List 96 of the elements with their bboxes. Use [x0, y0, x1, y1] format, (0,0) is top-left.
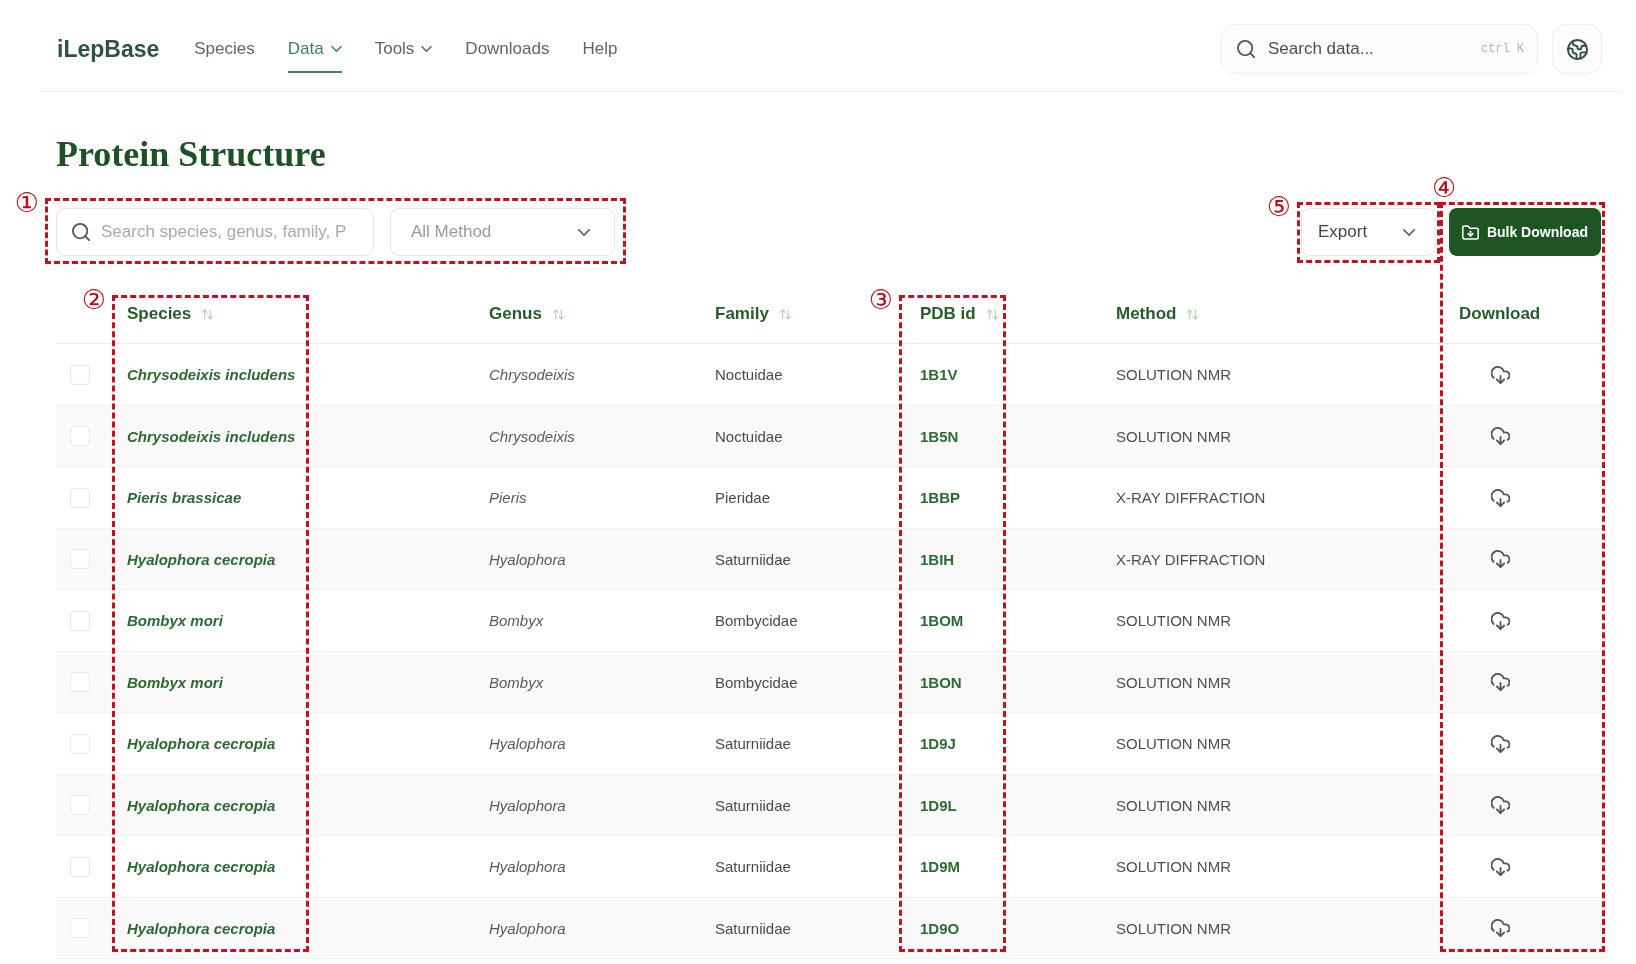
table-cell: Saturniidae — [715, 919, 791, 937]
sort-icon — [202, 308, 214, 320]
cloud-download-icon[interactable] — [1491, 796, 1510, 815]
chevron-down-icon — [578, 228, 590, 236]
cloud-download-icon[interactable] — [1491, 611, 1510, 630]
table-cell: SOLUTION NMR — [1116, 673, 1231, 691]
annotation-label: ① — [14, 189, 39, 216]
annotation-label: ③ — [868, 286, 893, 313]
cloud-download-icon[interactable] — [1491, 550, 1510, 569]
species-link[interactable]: Bombyx mori — [127, 673, 223, 691]
pdb-link[interactable]: 1D9O — [920, 919, 960, 937]
page-title: Protein Structure — [56, 134, 326, 175]
table-cell: SOLUTION NMR — [1116, 858, 1231, 876]
chevron-down-icon — [421, 46, 433, 52]
chevron-down-icon — [1403, 228, 1415, 236]
species-link[interactable]: Hyalophora cecropia — [127, 550, 276, 568]
species-link[interactable]: Hyalophora cecropia — [127, 735, 276, 753]
cloud-download-icon[interactable] — [1491, 673, 1510, 692]
nav-link[interactable]: Data — [287, 25, 342, 73]
column-header[interactable]: PDB id — [920, 304, 998, 324]
globe-button[interactable] — [1552, 24, 1602, 74]
table-cell: Saturniidae — [715, 858, 791, 876]
table-cell: Saturniidae — [715, 550, 791, 568]
table-cell: Hyalophora — [489, 858, 566, 876]
site-logo[interactable]: iLepBase — [57, 35, 160, 63]
pdb-link[interactable]: 1BBP — [920, 489, 960, 507]
globe-icon — [1566, 38, 1588, 60]
table-cell: Saturniidae — [715, 796, 791, 814]
table-cell: Pieridae — [715, 489, 771, 507]
sort-icon — [552, 308, 564, 320]
nav-link[interactable]: Downloads — [465, 25, 550, 73]
column-header[interactable]: Species — [127, 304, 214, 324]
cloud-download-icon[interactable] — [1491, 427, 1510, 446]
table-cell: SOLUTION NMR — [1116, 612, 1231, 630]
shortcut-hint: ctrl K — [1480, 41, 1524, 57]
table-cell: Hyalophora — [489, 919, 566, 937]
cloud-download-icon[interactable] — [1491, 734, 1510, 753]
table-cell: SOLUTION NMR — [1116, 735, 1231, 753]
nav-link[interactable]: Species — [194, 25, 255, 73]
nav-link[interactable]: Tools — [374, 25, 433, 73]
table-cell: Chrysodeixis — [489, 427, 575, 445]
species-link[interactable]: Chrysodeixis includens — [127, 427, 296, 445]
table-cell: Bombyx — [489, 612, 544, 630]
species-link[interactable]: Hyalophora cecropia — [127, 796, 276, 814]
table-cell: X-RAY DIFFRACTION — [1116, 550, 1266, 568]
table-cell: SOLUTION NMR — [1116, 427, 1231, 445]
annotation-label: ④ — [1432, 174, 1457, 201]
species-link[interactable]: Hyalophora cecropia — [127, 858, 276, 876]
column-header[interactable]: Genus — [489, 304, 564, 324]
pdb-link[interactable]: 1D9L — [920, 796, 957, 814]
cloud-download-icon[interactable] — [1491, 857, 1510, 876]
cloud-download-icon[interactable] — [1491, 488, 1510, 507]
table-cell: Noctuidae — [715, 366, 783, 384]
species-link[interactable]: Chrysodeixis includens — [127, 366, 296, 384]
pdb-link[interactable]: 1BON — [920, 673, 962, 691]
table-cell: Noctuidae — [715, 427, 783, 445]
pdb-link[interactable]: 1BIH — [920, 550, 955, 568]
table-cell: Hyalophora — [489, 550, 566, 568]
table-cell: Hyalophora — [489, 735, 566, 753]
sort-icon — [779, 308, 791, 320]
table-cell: Chrysodeixis — [489, 366, 575, 384]
species-link[interactable]: Bombyx mori — [127, 612, 223, 630]
species-link[interactable]: Hyalophora cecropia — [127, 919, 276, 937]
pdb-link[interactable]: 1D9M — [920, 858, 960, 876]
search-icon — [1237, 40, 1255, 58]
chevron-down-icon — [330, 46, 342, 52]
annotation-label: ⑤ — [1266, 193, 1291, 220]
sort-icon — [1187, 308, 1199, 320]
table-cell: Saturniidae — [715, 735, 791, 753]
pdb-link[interactable]: 1D9J — [920, 735, 956, 753]
cloud-download-icon[interactable] — [1491, 919, 1510, 938]
annotation-label: ② — [81, 286, 106, 313]
bulk-download-button[interactable]: Bulk Download — [1448, 208, 1601, 256]
column-header[interactable]: Family — [715, 304, 791, 324]
table-cell: SOLUTION NMR — [1116, 919, 1231, 937]
cloud-download-icon[interactable] — [1491, 365, 1510, 384]
column-header[interactable]: Method — [1116, 304, 1199, 324]
search-icon — [72, 223, 90, 241]
table-cell: Bombyx — [489, 673, 544, 691]
table-cell: SOLUTION NMR — [1116, 796, 1231, 814]
pdb-link[interactable]: 1B1V — [920, 366, 958, 384]
table-cell: SOLUTION NMR — [1116, 366, 1231, 384]
folder-download-icon — [1461, 224, 1479, 240]
nav-link[interactable]: Help — [582, 25, 618, 73]
pdb-link[interactable]: 1B5N — [920, 427, 959, 445]
sort-icon — [986, 308, 998, 320]
column-header: Download — [1459, 304, 1541, 324]
table-cell: Bombycidae — [715, 612, 798, 630]
export-dropdown[interactable]: Export — [1301, 208, 1436, 256]
search-field[interactable]: Search species, genus, family, P — [56, 208, 374, 256]
table-cell: Hyalophora — [489, 796, 566, 814]
species-link[interactable]: Pieris brassicae — [127, 489, 242, 507]
table-cell: X-RAY DIFFRACTION — [1116, 489, 1266, 507]
pdb-link[interactable]: 1BOM — [920, 612, 964, 630]
table-cell: Pieris — [489, 489, 527, 507]
table-cell: Bombycidae — [715, 673, 798, 691]
